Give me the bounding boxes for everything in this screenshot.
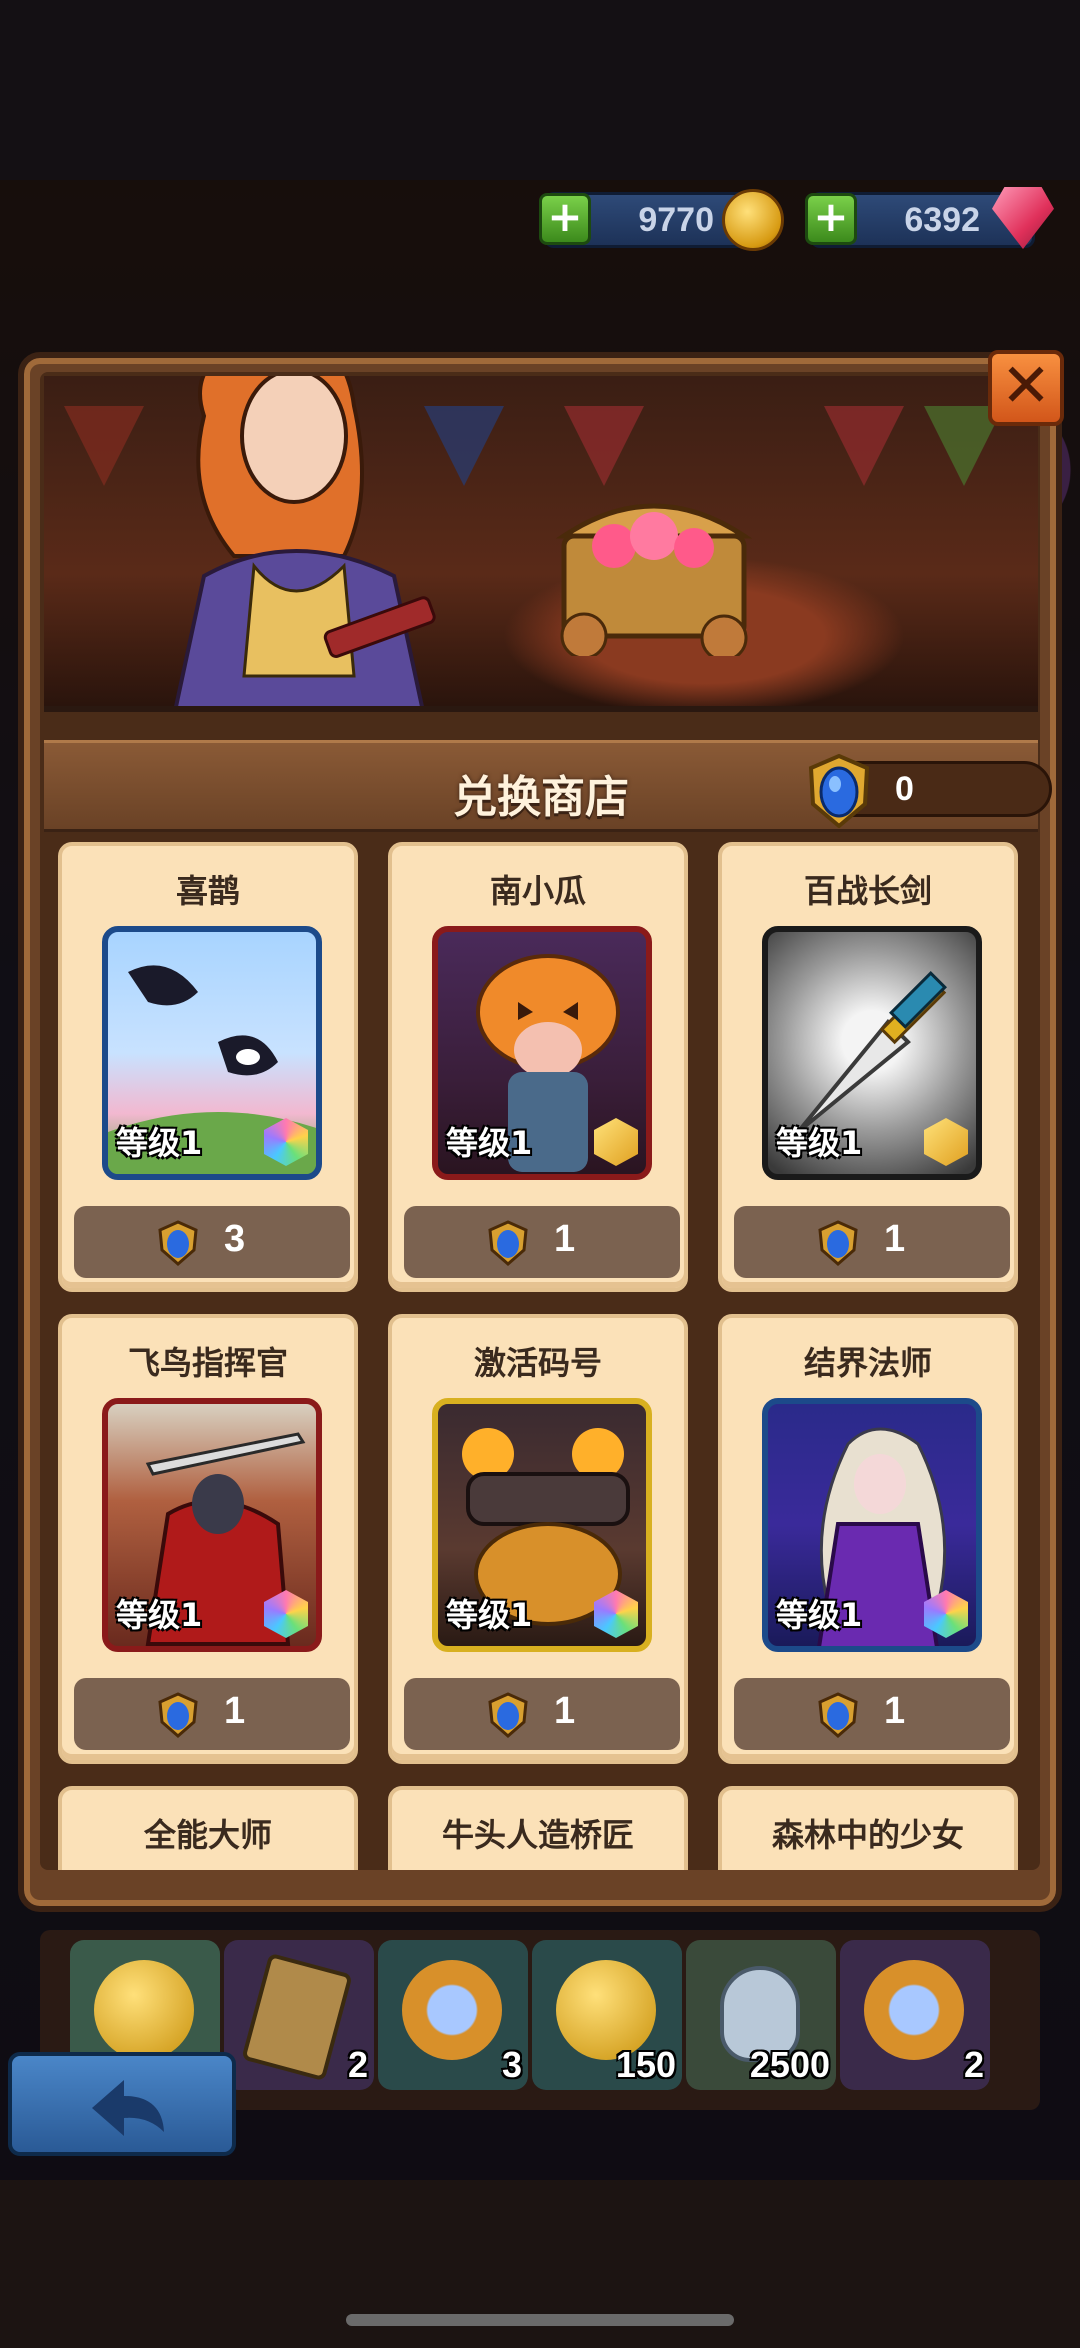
- item-level: 等级1: [446, 1596, 533, 1634]
- shop-item-card[interactable]: 飞鸟指挥官 等级1 1: [58, 1314, 358, 1764]
- item-cost: 1: [884, 1218, 906, 1260]
- item-name: 喜鹊: [175, 872, 240, 910]
- bunting-flag: [64, 406, 144, 486]
- token-count: 0: [895, 770, 914, 808]
- home-indicator[interactable]: [346, 2314, 734, 2326]
- shopkeeper-character: [174, 376, 436, 706]
- treasure-chest-icon: [555, 503, 753, 656]
- crystal-coin-icon: [864, 1960, 964, 2060]
- exchange-token-icon: [158, 1220, 198, 1266]
- tray-item[interactable]: 150: [532, 1940, 682, 2090]
- tray-item[interactable]: 2: [840, 1940, 990, 2090]
- item-name: 激活码号: [473, 1344, 602, 1382]
- shop-item-card[interactable]: 南小瓜 等级1 1: [388, 842, 688, 1292]
- item-cost: 3: [224, 1218, 246, 1260]
- exchange-token-icon: [158, 1692, 198, 1738]
- item-cost: 1: [554, 1690, 576, 1732]
- item-name: 森林中的少女: [771, 1816, 964, 1854]
- gold-coin-icon: [94, 1960, 194, 2060]
- item-level: 等级1: [116, 1124, 203, 1162]
- buy-button[interactable]: 3: [74, 1206, 350, 1278]
- item-cost: 1: [884, 1690, 906, 1732]
- buy-button[interactable]: 1: [734, 1678, 1010, 1750]
- exchange-token-icon: [488, 1692, 528, 1738]
- gem-counter: + 6392: [805, 187, 1054, 249]
- bunting-flag: [824, 406, 904, 486]
- gold-coin-icon: [722, 189, 784, 251]
- shop-item-grid[interactable]: 喜鹊 等级1 3 南小瓜 等级1 1 百战长剑 等级1 1 飞鸟指挥官 等级1 …: [44, 832, 1038, 1870]
- shop-item-card[interactable]: 百战长剑 等级1 1: [718, 842, 1018, 1292]
- item-portrait-cat: 等级1: [432, 1398, 652, 1652]
- item-name: 结界法师: [803, 1344, 932, 1382]
- item-name: 百战长剑: [803, 872, 932, 910]
- item-portrait-mage: 等级1: [762, 1398, 982, 1652]
- item-portrait-pumpkin: 等级1: [432, 926, 652, 1180]
- tray-count: 2500: [749, 2044, 830, 2085]
- buy-button[interactable]: 1: [404, 1678, 680, 1750]
- tray-item[interactable]: 3: [378, 1940, 528, 2090]
- item-level: 等级1: [776, 1124, 863, 1162]
- item-cost: 1: [224, 1690, 246, 1732]
- exchange-token-icon: [808, 754, 870, 828]
- item-name: 南小瓜: [489, 872, 586, 910]
- shop-title-bar: 兑换商店 0: [44, 740, 1052, 832]
- shop-item-card[interactable]: 激活码号 等级1 1: [388, 1314, 688, 1764]
- tray-item[interactable]: 2500: [686, 1940, 836, 2090]
- item-portrait-magpie: 等级1: [102, 926, 322, 1180]
- add-gold-button[interactable]: +: [539, 193, 591, 245]
- buy-button[interactable]: 1: [404, 1206, 680, 1278]
- token-balance: 0: [808, 754, 1052, 828]
- back-button[interactable]: [8, 2052, 236, 2156]
- exchange-token-icon: [818, 1220, 858, 1266]
- item-level: 等级1: [776, 1596, 863, 1634]
- tray-count: 2: [347, 2044, 368, 2085]
- item-name: 飞鸟指挥官: [127, 1344, 288, 1382]
- item-portrait-commander: 等级1: [102, 1398, 322, 1652]
- close-icon: ✕: [1000, 351, 1052, 421]
- gem-value: 6392: [904, 201, 980, 239]
- item-level: 等级1: [446, 1124, 533, 1162]
- bunting-flag: [564, 406, 644, 486]
- shop-banner: [44, 376, 1038, 712]
- exchange-token-icon: [488, 1220, 528, 1266]
- gold-value: 9770: [638, 201, 714, 239]
- crystal-coin-icon: [402, 1960, 502, 2060]
- gold-counter: + 9770: [539, 189, 784, 251]
- shop-item-card[interactable]: 牛头人造桥匠: [388, 1786, 688, 1870]
- shop-item-card[interactable]: 喜鹊 等级1 3: [58, 842, 358, 1292]
- item-name: 全能大师: [143, 1816, 272, 1854]
- tray-item[interactable]: 2: [224, 1940, 374, 2090]
- shop-item-card[interactable]: 全能大师: [58, 1786, 358, 1870]
- card-pack-icon: [241, 1952, 353, 2082]
- item-portrait-sword: 等级1: [762, 926, 982, 1180]
- item-level: 等级1: [116, 1596, 203, 1634]
- buy-button[interactable]: 1: [74, 1678, 350, 1750]
- tray-count: 3: [501, 2044, 522, 2085]
- buy-button[interactable]: 1: [734, 1206, 1010, 1278]
- item-cost: 1: [554, 1218, 576, 1260]
- shop-item-card[interactable]: 森林中的少女: [718, 1786, 1018, 1870]
- add-gems-button[interactable]: +: [805, 193, 857, 245]
- item-name: 牛头人造桥匠: [441, 1816, 634, 1854]
- shop-item-card[interactable]: 结界法师 等级1 1: [718, 1314, 1018, 1764]
- status-bar-area: [0, 0, 1080, 180]
- tray-count: 2: [963, 2044, 984, 2085]
- exchange-token-icon: [818, 1692, 858, 1738]
- close-button[interactable]: ✕: [988, 350, 1064, 426]
- back-arrow-icon: [92, 2080, 164, 2136]
- tray-count: 150: [615, 2044, 676, 2085]
